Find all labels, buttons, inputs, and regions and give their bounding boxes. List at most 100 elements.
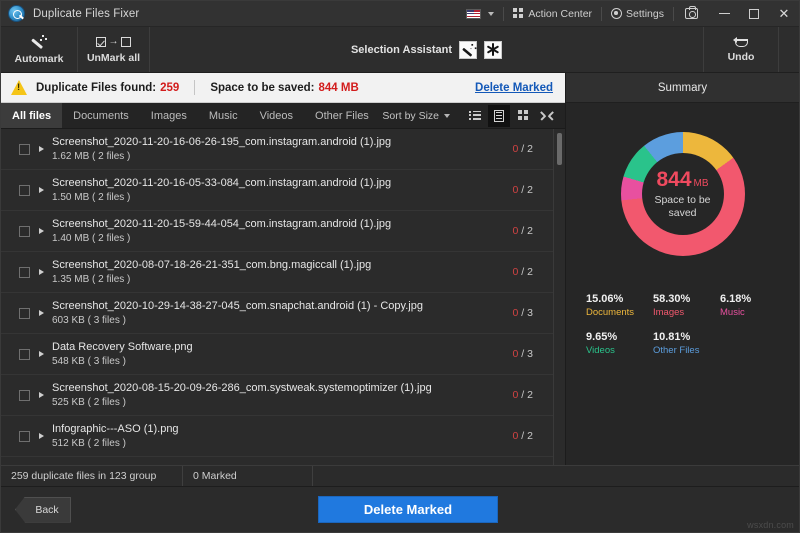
main-toolbar: Automark → UnMark all Selection Assistan…: [1, 27, 799, 73]
checkbox-unchecked-icon[interactable]: [19, 225, 30, 237]
close-button[interactable]: ✕: [769, 1, 799, 27]
file-name: Screenshot_2020-08-15-20-09-26-286_com.s…: [52, 382, 432, 394]
caret-down-icon: [444, 113, 450, 118]
summary-title: Summary: [566, 73, 799, 103]
settings-button[interactable]: Settings: [602, 1, 673, 26]
magnifier-logo-icon: [8, 5, 25, 22]
divider: [194, 80, 196, 95]
delete-marked-button[interactable]: Delete Marked: [318, 496, 498, 523]
triangle-right-icon[interactable]: [39, 187, 44, 193]
file-name: Screenshot_2020-11-20-16-05-33-084_com.i…: [52, 177, 392, 189]
triangle-right-icon[interactable]: [39, 392, 44, 398]
file-meta: 525 KB ( 2 files ): [52, 397, 126, 408]
expand-view-button[interactable]: [536, 105, 558, 127]
triangle-right-icon[interactable]: [39, 269, 44, 275]
total-value: 2: [527, 184, 533, 196]
action-center-label: Action Center: [528, 7, 593, 20]
grid-view-button[interactable]: [512, 105, 534, 127]
table-row[interactable]: Screenshot_2020-08-07-18-26-21-351_com.b…: [1, 252, 553, 293]
marked-count: 0 / 2: [512, 430, 533, 442]
triangle-right-icon[interactable]: [39, 433, 44, 439]
maximize-button[interactable]: [739, 1, 769, 27]
tab-documents[interactable]: Documents: [62, 103, 140, 128]
grid-icon: [513, 8, 524, 19]
checkbox-unchecked-icon[interactable]: [19, 307, 30, 319]
duplicates-found-label: Duplicate Files found:: [36, 81, 157, 94]
table-row[interactable]: Screenshot_2020-10-29-14-38-27-045_com.s…: [1, 293, 553, 334]
checkbox-unchecked-icon[interactable]: [19, 184, 30, 196]
total-value: 2: [527, 389, 533, 401]
triangle-right-icon[interactable]: [39, 351, 44, 357]
detail-view-icon: [494, 109, 504, 122]
checkbox-unchecked-icon[interactable]: [19, 348, 30, 360]
marked-count: 0 / 3: [512, 307, 533, 319]
detail-view-button[interactable]: [488, 104, 510, 127]
selection-assistant-label: Selection Assistant: [350, 43, 453, 56]
undo-button[interactable]: Undo: [704, 27, 779, 72]
legend-percent: 6.18%: [720, 293, 752, 305]
table-row[interactable]: Screenshot_2020-11-20-16-05-33-084_com.i…: [1, 170, 553, 211]
donut-center: 844 MB Space to be saved: [641, 153, 724, 235]
list-view-button[interactable]: [464, 105, 486, 127]
us-flag-icon: [466, 8, 482, 19]
titlebar-actions: Action Center Settings ✕: [457, 1, 799, 26]
list-view-icon: [469, 110, 481, 121]
uncheck-all-icon: →: [96, 35, 131, 49]
automark-button[interactable]: Automark: [1, 27, 78, 72]
tab-all-files[interactable]: All files: [1, 103, 63, 128]
back-button[interactable]: Back: [15, 496, 71, 523]
table-row[interactable]: Screenshot_2020-11-20-16-06-26-195_com.i…: [1, 129, 553, 170]
tab-other-files[interactable]: Other Files: [304, 103, 380, 128]
undo-arrow-icon: [732, 36, 750, 48]
file-list[interactable]: Screenshot_2020-11-20-16-06-26-195_com.i…: [1, 129, 553, 465]
table-row[interactable]: Infographic---ASO (1).png 512 KB ( 2 file…: [1, 416, 553, 457]
tab-images[interactable]: Images: [140, 103, 198, 128]
tab-videos[interactable]: Videos: [249, 103, 304, 128]
status-bar: 259 duplicate files in 123 group 0 Marke…: [1, 465, 799, 487]
legend-item: 9.65% Videos: [586, 331, 651, 356]
triangle-right-icon[interactable]: [39, 146, 44, 152]
screenshot-button[interactable]: [674, 1, 709, 26]
status-extra: [313, 466, 799, 486]
unmark-all-button[interactable]: → UnMark all: [78, 27, 150, 72]
action-center-button[interactable]: Action Center: [504, 1, 601, 26]
file-info: Screenshot_2020-08-15-20-09-26-286_com.s…: [52, 382, 513, 408]
checkbox-unchecked-icon[interactable]: [19, 266, 30, 278]
tab-music[interactable]: Music: [198, 103, 249, 128]
vertical-scrollbar[interactable]: [553, 129, 565, 465]
selection-assistant-asterisk-button[interactable]: [484, 40, 503, 59]
table-row[interactable]: Screenshot_2020-08-15-20-09-26-286_com.s…: [1, 375, 553, 416]
triangle-right-icon[interactable]: [39, 228, 44, 234]
magic-wand-icon: [462, 43, 477, 57]
checkbox-unchecked-icon[interactable]: [19, 389, 30, 401]
automark-label: Automark: [14, 52, 64, 65]
file-meta: 1.62 MB ( 2 files ): [52, 151, 131, 162]
language-selector[interactable]: [457, 1, 503, 26]
content-area: Duplicate Files found: 259 Space to be s…: [1, 73, 799, 465]
legend-label: Music: [720, 307, 745, 318]
marked-count: 0 / 3: [512, 348, 533, 360]
duplicates-found-value: 259: [160, 81, 180, 94]
minimize-button[interactable]: [709, 1, 739, 27]
triangle-right-icon[interactable]: [39, 310, 44, 316]
magic-wand-icon: [30, 34, 48, 50]
table-row[interactable]: Data Recovery Software.png 548 KB ( 3 fil…: [1, 334, 553, 375]
table-row[interactable]: Screenshot_2020-11-20-15-59-44-054_com.i…: [1, 211, 553, 252]
donut-center-caption: Space to be saved: [654, 193, 711, 219]
file-name: Screenshot_2020-11-20-15-59-44-054_com.i…: [52, 218, 392, 230]
scrollbar-thumb[interactable]: [557, 133, 562, 165]
view-controls: Sort by Size: [382, 103, 565, 128]
legend-item: 10.81% Other Files: [653, 331, 718, 356]
unmark-all-label: UnMark all: [86, 52, 141, 64]
sort-by-dropdown[interactable]: Sort by Size: [382, 110, 450, 122]
legend-item: 58.30% Images: [653, 293, 718, 318]
checkbox-unchecked-icon[interactable]: [19, 430, 30, 442]
status-duplicates: 259 duplicate files in 123 group: [1, 466, 183, 486]
legend-label: Documents: [586, 307, 635, 318]
checkbox-unchecked-icon[interactable]: [19, 143, 30, 155]
delete-marked-link[interactable]: Delete Marked: [475, 82, 553, 94]
marked-value: 0: [512, 184, 519, 196]
file-info: Screenshot_2020-08-07-18-26-21-351_com.b…: [52, 259, 513, 285]
selection-assistant-wand-button[interactable]: [459, 40, 478, 59]
